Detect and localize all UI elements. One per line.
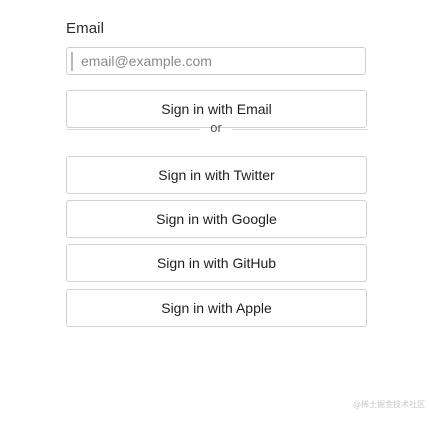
divider-line-left <box>66 129 200 130</box>
sign-in-google-button[interactable]: Sign in with Google <box>66 200 367 238</box>
or-divider: or <box>66 119 368 139</box>
divider-line-right <box>232 129 368 130</box>
sign-in-twitter-button[interactable]: Sign in with Twitter <box>66 156 367 194</box>
watermark: @稀土掘金技术社区 <box>353 400 425 409</box>
email-label: Email <box>66 20 105 37</box>
email-field[interactable] <box>66 47 366 75</box>
sign-in-apple-button[interactable]: Sign in with Apple <box>66 289 367 327</box>
email-input[interactable] <box>81 48 351 74</box>
sign-in-github-button[interactable]: Sign in with GitHub <box>66 244 367 282</box>
text-caret <box>71 52 73 71</box>
divider-text: or <box>210 120 222 135</box>
